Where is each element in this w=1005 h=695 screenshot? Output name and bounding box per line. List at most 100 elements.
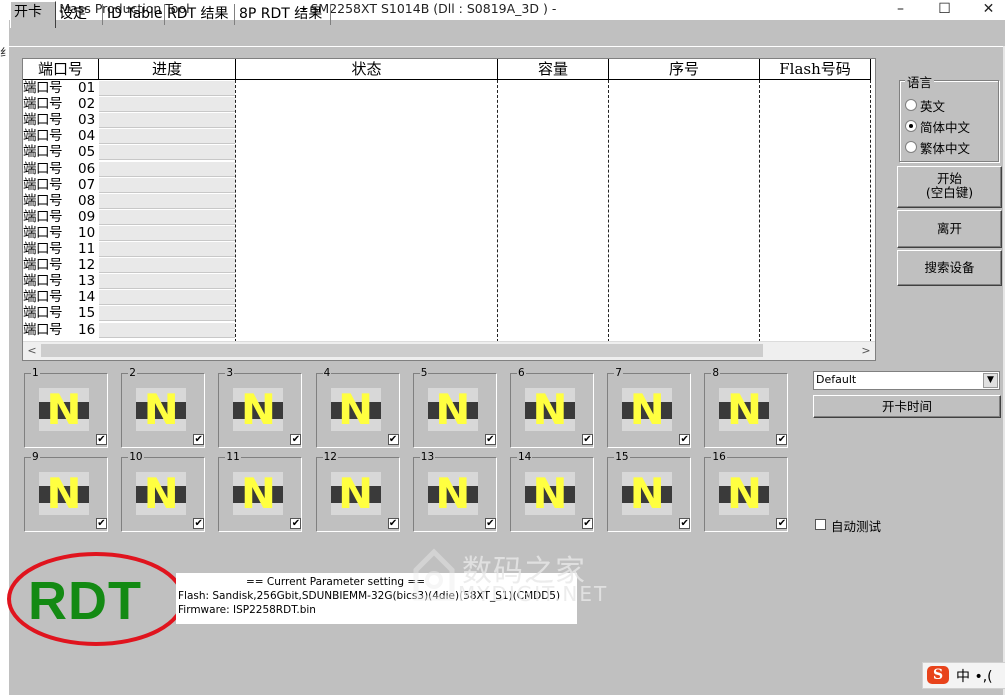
device-slot[interactable]: 6 N ✔ (510, 367, 594, 448)
device-slot[interactable]: 11 N ✔ (218, 451, 303, 532)
header-progress[interactable]: 进度 (99, 59, 236, 80)
device-slot[interactable]: 2 N ✔ (121, 367, 206, 448)
port-number[interactable]: 16 (78, 323, 100, 337)
start-button-sublabel: (空白键) (925, 185, 974, 200)
open-card-time-button[interactable]: 开卡时间 (813, 395, 1001, 418)
slot-enable-checkbox[interactable]: ✔ (387, 518, 399, 529)
header-status[interactable]: 状态 (236, 59, 498, 80)
header-port[interactable]: 端口号 (23, 59, 99, 80)
minimize-button[interactable]: – (878, 0, 923, 20)
scroll-thumb[interactable] (41, 344, 763, 357)
drive-status-letter: N (143, 385, 179, 434)
slot-enable-checkbox[interactable]: ✔ (290, 434, 302, 445)
slot-enable-checkbox[interactable]: ✔ (193, 518, 205, 529)
port-number[interactable]: 08 (78, 194, 100, 208)
port-number[interactable]: 11 (78, 242, 100, 256)
drive-status-icon: N (233, 385, 284, 434)
drive-status-letter: N (726, 469, 762, 518)
device-slot[interactable]: 9 N ✔ (24, 451, 108, 532)
tab-id-table[interactable]: ID Table (104, 4, 165, 25)
port-number[interactable]: 15 (78, 306, 100, 320)
chevron-down-icon[interactable]: ▼ (983, 373, 998, 388)
port-number[interactable]: 01 (78, 81, 100, 95)
slot-enable-checkbox[interactable]: ✔ (96, 434, 107, 445)
radio-traditional-chinese-label[interactable]: 繁体中文 (920, 138, 970, 157)
device-slot[interactable]: 10 N ✔ (121, 451, 206, 532)
slot-enable-checkbox[interactable]: ✔ (582, 518, 593, 529)
auto-test-checkbox[interactable] (815, 519, 826, 530)
progress-cell (99, 274, 235, 290)
port-number[interactable]: 05 (78, 145, 100, 159)
device-slot[interactable]: 5 N ✔ (412, 367, 497, 448)
tab-8p-rdt-result[interactable]: 8P RDT 结果 (236, 4, 331, 25)
port-number[interactable]: 10 (78, 226, 100, 240)
maximize-button[interactable]: ☐ (922, 0, 967, 20)
tab-settings[interactable]: 设定 (56, 4, 103, 25)
radio-traditional-chinese[interactable] (905, 141, 917, 153)
device-slot[interactable]: 12 N ✔ (315, 451, 400, 532)
slot-enable-checkbox[interactable]: ✔ (484, 518, 496, 529)
drive-status-icon: N (622, 469, 673, 518)
slot-enable-checkbox[interactable]: ✔ (387, 434, 399, 445)
slot-enable-checkbox[interactable]: ✔ (484, 434, 496, 445)
progress-cell (99, 81, 235, 96)
radio-simplified-chinese-label[interactable]: 简体中文 (920, 117, 970, 136)
port-number[interactable]: 02 (78, 97, 100, 111)
tab-rdt-result[interactable]: RDT 结果 (164, 4, 235, 25)
slot-enable-checkbox[interactable]: ✔ (290, 518, 302, 529)
slot-enable-checkbox[interactable]: ✔ (679, 434, 691, 445)
scroll-right-icon[interactable]: > (857, 342, 875, 360)
port-number[interactable]: 13 (78, 274, 100, 288)
drive-status-letter: N (435, 385, 471, 434)
start-button[interactable]: 开始 (空白键) (897, 166, 1002, 208)
slot-enable-checkbox[interactable]: ✔ (193, 434, 205, 445)
profile-dropdown-value[interactable]: Default (816, 373, 856, 386)
watermark-subtext: MYDIGIT.NET (458, 582, 609, 606)
header-flash-id[interactable]: Flash号码 (760, 59, 871, 80)
port-number[interactable]: 14 (78, 290, 100, 304)
radio-english[interactable] (905, 99, 917, 111)
slot-enable-checkbox[interactable]: ✔ (679, 518, 691, 529)
port-number[interactable]: 09 (78, 210, 100, 224)
device-slot[interactable]: 1 N ✔ (24, 367, 108, 448)
horizontal-scrollbar[interactable]: < > (23, 341, 875, 360)
drive-status-icon: N (39, 385, 89, 434)
close-button[interactable]: ✕ (966, 0, 1005, 20)
progress-cell (99, 177, 235, 193)
device-slot[interactable]: 8 N ✔ (704, 367, 789, 448)
auto-test-label[interactable]: 自动测试 (831, 516, 881, 535)
device-slot[interactable]: 4 N ✔ (315, 367, 400, 448)
port-grid[interactable]: 端口号 进度 状态 容量 序号 Flash号码 端口号 01 端口号 02 端口号 03 端… (22, 58, 876, 361)
slot-enable-checkbox[interactable]: ✔ (776, 434, 788, 445)
ime-logo-icon[interactable]: S (927, 666, 949, 684)
drive-status-icon: N (525, 469, 575, 518)
port-number[interactable]: 03 (78, 113, 100, 127)
device-slot[interactable]: 16 N ✔ (704, 451, 789, 532)
radio-simplified-chinese[interactable] (905, 120, 917, 132)
search-device-button[interactable]: 搜索设备 (897, 250, 1002, 286)
ime-status[interactable]: 中 •,( (956, 666, 993, 686)
device-slot[interactable]: 7 N ✔ (607, 367, 692, 448)
device-slot[interactable]: 15 N ✔ (607, 451, 692, 532)
drive-status-letter: N (629, 469, 665, 518)
header-capacity[interactable]: 容量 (498, 59, 609, 80)
scroll-left-icon[interactable]: < (23, 342, 41, 360)
slot-enable-checkbox[interactable]: ✔ (582, 434, 593, 445)
port-number[interactable]: 12 (78, 258, 100, 272)
device-slot[interactable]: 14 N ✔ (510, 451, 594, 532)
port-number[interactable]: 07 (78, 178, 100, 192)
tab-open-card[interactable]: 开卡 (10, 1, 56, 28)
port-number[interactable]: 04 (78, 129, 100, 143)
exit-button[interactable]: 离开 (897, 210, 1002, 248)
progress-cell (99, 129, 235, 145)
progress-cell (99, 225, 235, 241)
port-number[interactable]: 06 (78, 162, 100, 176)
slot-enable-checkbox[interactable]: ✔ (776, 518, 788, 529)
drive-status-letter: N (435, 469, 471, 518)
radio-english-label[interactable]: 英文 (920, 96, 945, 115)
slot-enable-checkbox[interactable]: ✔ (96, 518, 107, 529)
device-slot[interactable]: 13 N ✔ (412, 451, 497, 532)
device-slot[interactable]: 3 N ✔ (218, 367, 303, 448)
drive-status-icon: N (330, 469, 381, 518)
header-serial[interactable]: 序号 (609, 59, 760, 80)
